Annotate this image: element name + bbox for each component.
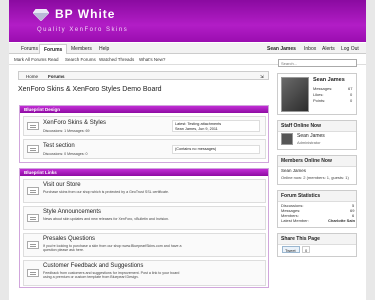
avatar[interactable] bbox=[281, 77, 309, 112]
site-logo-text[interactable]: BP White bbox=[55, 7, 115, 21]
staff-avatar[interactable] bbox=[281, 133, 293, 145]
nav-members[interactable]: Members bbox=[71, 46, 92, 52]
category-header[interactable]: Blueprint Links bbox=[20, 169, 268, 176]
latest-member[interactable]: Charlotte Sain bbox=[328, 218, 355, 223]
search-input[interactable] bbox=[278, 59, 357, 67]
forum-row[interactable]: XenForo Skins & Styles Discussions: 1 Me… bbox=[23, 116, 266, 136]
category-blueprint-design: Blueprint Design XenForo Skins & Styles … bbox=[19, 105, 269, 163]
online-summary: Online now: 2 (members: 1, guests: 1) bbox=[281, 175, 349, 180]
link-forum-icon bbox=[27, 214, 39, 222]
page: BP White Quality XenForo Skins Forums Fo… bbox=[9, 0, 366, 300]
site-tagline: Quality XenForo Skins bbox=[37, 27, 129, 33]
link-forum-icon bbox=[27, 187, 39, 195]
nav-logout[interactable]: Log Out bbox=[341, 46, 359, 52]
latest-author[interactable]: Sean James, Jun 9, 2011 bbox=[175, 127, 257, 132]
main-nav: Forums Forums Members Help Sean James In… bbox=[9, 43, 366, 54]
tweet-count: 0 bbox=[302, 246, 310, 253]
forum-description: If you're looking to purchase a skin fro… bbox=[43, 244, 182, 253]
forum-meta: Discussions: 1 Messages: 69 bbox=[43, 129, 90, 133]
latest-post: Latest: Testing attachments Sean James, … bbox=[172, 120, 260, 132]
members-online-panel: Members Online Now Sean James Online now… bbox=[277, 155, 357, 185]
forum-name[interactable]: XenForo Skins & Styles bbox=[43, 120, 106, 126]
forum-stats-panel: Forum Statistics Discussions: 5 Messages… bbox=[277, 190, 357, 228]
link-row[interactable]: Customer Feedback and Suggestions Feedba… bbox=[23, 260, 266, 286]
nav-help[interactable]: Help bbox=[99, 46, 109, 52]
category-blueprint-links: Blueprint Links Visit our Store Purchase… bbox=[19, 168, 269, 288]
mark-read-link[interactable]: Mark All Forums Read bbox=[14, 57, 59, 62]
watched-threads-link[interactable]: Watched Threads bbox=[99, 57, 134, 62]
stat-label: Likes: bbox=[313, 92, 324, 97]
panel-title: Forum Statistics bbox=[278, 191, 356, 202]
forum-name[interactable]: Style Announcements bbox=[43, 209, 101, 215]
stat-value: 0 bbox=[350, 98, 353, 103]
link-row[interactable]: Presales Questions If you're looking to … bbox=[23, 233, 266, 257]
link-row[interactable]: Style Announcements News about skin upda… bbox=[23, 206, 266, 230]
stat-label: Latest Member: bbox=[281, 218, 309, 223]
forum-icon bbox=[27, 122, 39, 130]
breadcrumb: Home Forums ⇲ bbox=[18, 71, 269, 80]
forum-description: Purchase skins from our shop which is pr… bbox=[43, 190, 169, 194]
page-title: XenForo Skins & XenForo Styles Demo Boar… bbox=[18, 86, 162, 93]
forum-name[interactable]: Presales Questions bbox=[43, 236, 95, 242]
latest-title: (Contains no messages) bbox=[175, 147, 217, 151]
nav-home[interactable]: Forums bbox=[21, 46, 38, 52]
staff-online-panel: Staff Online Now Sean James Administrato… bbox=[277, 120, 357, 150]
forum-name[interactable]: Test section bbox=[43, 143, 75, 149]
share-panel: Share This Page Tweet 0 bbox=[277, 233, 357, 257]
category-header[interactable]: Blueprint Design bbox=[20, 106, 268, 113]
stat-value: 67 bbox=[348, 86, 353, 91]
tweet-button[interactable]: Tweet bbox=[282, 246, 300, 253]
online-member[interactable]: Sean James bbox=[281, 168, 306, 173]
forum-meta: Discussions: 0 Messages: 0 bbox=[43, 152, 88, 156]
breadcrumb-home[interactable]: Home bbox=[26, 74, 38, 79]
nav-alerts[interactable]: Alerts bbox=[322, 46, 335, 52]
forum-name[interactable]: Customer Feedback and Suggestions bbox=[43, 263, 143, 269]
forum-description: News about skin updates and new releases… bbox=[43, 217, 170, 221]
forum-row[interactable]: Test section Discussions: 0 Messages: 0 … bbox=[23, 139, 266, 159]
staff-name[interactable]: Sean James bbox=[297, 133, 325, 139]
latest-post: (Contains no messages) bbox=[172, 145, 260, 154]
pin-icon[interactable]: ⇲ bbox=[260, 74, 264, 80]
stat-value: 0 bbox=[350, 92, 353, 97]
link-row[interactable]: Visit our Store Purchase skins from our … bbox=[23, 179, 266, 203]
link-forum-icon bbox=[27, 269, 39, 277]
breadcrumb-forums[interactable]: Forums bbox=[48, 74, 65, 79]
nav-user[interactable]: Sean James bbox=[267, 46, 296, 52]
stat-label: Points: bbox=[313, 98, 326, 103]
profile-name[interactable]: Sean James bbox=[313, 77, 345, 83]
gem-icon bbox=[33, 9, 49, 21]
nav-inbox[interactable]: Inbox bbox=[304, 46, 316, 52]
panel-title: Members Online Now bbox=[278, 156, 356, 167]
nav-forums[interactable]: Forums bbox=[39, 44, 68, 54]
whats-new-link[interactable]: What's New? bbox=[139, 57, 165, 62]
link-forum-icon bbox=[27, 241, 39, 249]
forum-description: Feedback from customers and suggestions … bbox=[43, 271, 180, 280]
stat-label: Messages: bbox=[313, 86, 333, 91]
visitor-panel: Sean James Messages: 67 Likes: 0 Points:… bbox=[277, 73, 357, 115]
panel-title: Staff Online Now bbox=[278, 121, 356, 132]
search-forums-link[interactable]: Search Forums bbox=[65, 57, 96, 62]
staff-role: Administrator bbox=[297, 140, 321, 145]
forum-name[interactable]: Visit our Store bbox=[43, 182, 81, 188]
forum-icon bbox=[27, 145, 39, 153]
panel-title: Share This Page bbox=[278, 234, 356, 245]
